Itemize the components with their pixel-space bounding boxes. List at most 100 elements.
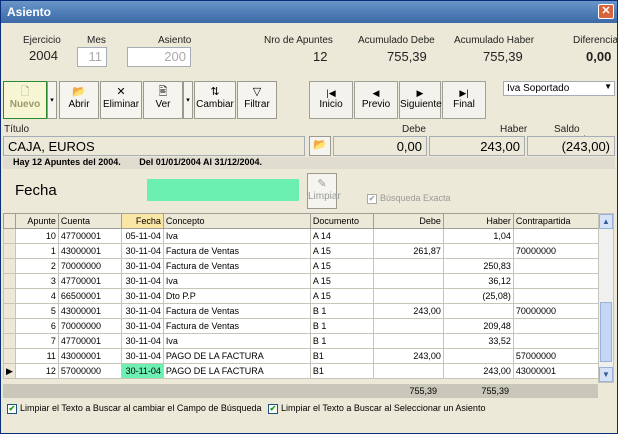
cell-fecha[interactable]: 30-11-04	[120, 288, 164, 304]
row-marker[interactable]	[3, 273, 16, 289]
inicio-button[interactable]: |◀ Inicio	[309, 81, 353, 119]
cell-debe[interactable]: 243,00	[372, 348, 444, 364]
cell-haber[interactable]: 243,00	[442, 363, 514, 379]
cell-fecha[interactable]: 30-11-04	[120, 363, 164, 379]
cell-documento[interactable]: B 1	[309, 333, 374, 349]
cell-debe[interactable]	[372, 228, 444, 244]
limpiar-button[interactable]: ✎ Limpiar	[307, 173, 341, 209]
cell-cuenta[interactable]: 47700001	[57, 273, 122, 289]
cell-concepto[interactable]: Dto P.P	[162, 288, 311, 304]
cell-apunte[interactable]: 7	[14, 333, 59, 349]
close-button[interactable]: ✕	[598, 4, 614, 19]
table-row[interactable]: 10 47700001 05-11-04 Iva A 14 1,04	[3, 228, 601, 244]
cell-concepto[interactable]: Factura de Ventas	[162, 318, 311, 334]
previo-button[interactable]: ◀ Previo	[354, 81, 398, 119]
table-row[interactable]: ▶ 12 57000000 30-11-04 PAGO DE LA FACTURA B1 2…	[3, 363, 601, 379]
cell-fecha[interactable]: 30-11-04	[120, 348, 164, 364]
cell-contrapartida[interactable]	[512, 258, 601, 274]
row-marker[interactable]	[3, 228, 16, 244]
cell-cuenta[interactable]: 47700001	[57, 228, 122, 244]
col-contrapartida[interactable]: Contrapartida	[512, 213, 601, 229]
col-apunte[interactable]: Apunte	[14, 213, 59, 229]
cell-haber[interactable]: 209,48	[442, 318, 514, 334]
mes-field[interactable]: 11	[77, 47, 107, 67]
table-row[interactable]: 3 47700001 30-11-04 Iva A 15 36,12	[3, 273, 601, 289]
cell-apunte[interactable]: 3	[14, 273, 59, 289]
cell-cuenta[interactable]: 70000000	[57, 258, 122, 274]
cell-concepto[interactable]: Iva	[162, 333, 311, 349]
cell-contrapartida[interactable]	[512, 333, 601, 349]
cell-documento[interactable]: A 15	[309, 273, 374, 289]
cell-haber[interactable]: 33,52	[442, 333, 514, 349]
cell-documento[interactable]: B1	[309, 363, 374, 379]
open-folder-button[interactable]: 📂	[309, 136, 331, 156]
cell-haber[interactable]: 250,83	[442, 258, 514, 274]
cell-concepto[interactable]: Iva	[162, 273, 311, 289]
cell-fecha[interactable]: 30-11-04	[120, 258, 164, 274]
cell-contrapartida[interactable]	[512, 288, 601, 304]
cell-apunte[interactable]: 1	[14, 243, 59, 259]
row-marker[interactable]	[3, 243, 16, 259]
siguiente-button[interactable]: ▶ Siguiente	[399, 81, 442, 119]
cell-contrapartida[interactable]: 43000001	[512, 363, 601, 379]
cell-contrapartida[interactable]	[512, 228, 601, 244]
row-marker[interactable]	[3, 348, 16, 364]
cell-contrapartida[interactable]: 70000000	[512, 243, 601, 259]
filtrar-button[interactable]: ▽ Filtrar	[237, 81, 277, 119]
row-marker[interactable]	[3, 303, 16, 319]
scroll-up-icon[interactable]: ▲	[599, 214, 613, 229]
cell-haber[interactable]: (25,08)	[442, 288, 514, 304]
cell-documento[interactable]: B 1	[309, 318, 374, 334]
ver-button[interactable]: 🖹 Ver	[143, 81, 183, 119]
cell-cuenta[interactable]: 43000001	[57, 303, 122, 319]
cell-debe[interactable]: 243,00	[372, 303, 444, 319]
row-marker[interactable]	[3, 288, 16, 304]
col-cuenta[interactable]: Cuenta	[57, 213, 122, 229]
cell-cuenta[interactable]: 43000001	[57, 243, 122, 259]
cell-apunte[interactable]: 4	[14, 288, 59, 304]
cell-debe[interactable]	[372, 258, 444, 274]
cell-apunte[interactable]: 10	[14, 228, 59, 244]
ver-dropdown[interactable]: ▾	[183, 81, 193, 119]
cell-apunte[interactable]: 6	[14, 318, 59, 334]
iva-combo[interactable]: Iva Soportado ▼	[503, 81, 615, 96]
cell-contrapartida[interactable]	[512, 273, 601, 289]
table-scrollbar[interactable]: ▲ ▼	[598, 213, 614, 383]
cell-documento[interactable]: A 14	[309, 228, 374, 244]
final-button[interactable]: ▶| Final	[442, 81, 486, 119]
cell-debe[interactable]	[372, 363, 444, 379]
scroll-down-icon[interactable]: ▼	[599, 367, 613, 382]
cell-fecha[interactable]: 30-11-04	[120, 318, 164, 334]
cell-fecha[interactable]: 30-11-04	[120, 243, 164, 259]
eliminar-button[interactable]: ✕ Eliminar	[100, 81, 142, 119]
cell-cuenta[interactable]: 47700001	[57, 333, 122, 349]
cell-concepto[interactable]: Factura de Ventas	[162, 243, 311, 259]
table-row[interactable]: 7 47700001 30-11-04 Iva B 1 33,52	[3, 333, 601, 349]
cell-haber[interactable]: 1,04	[442, 228, 514, 244]
cell-documento[interactable]: B1	[309, 348, 374, 364]
cell-fecha[interactable]: 30-11-04	[120, 333, 164, 349]
limpiar-seleccion-checkbox[interactable]: ✔ Limpiar el Texto a Buscar al Selecciona…	[268, 403, 485, 414]
cell-cuenta[interactable]: 66500001	[57, 288, 122, 304]
cell-apunte[interactable]: 5	[14, 303, 59, 319]
table-row[interactable]: 4 66500001 30-11-04 Dto P.P A 15 (25,08)	[3, 288, 601, 304]
cell-concepto[interactable]: Iva	[162, 228, 311, 244]
search-input[interactable]	[147, 179, 299, 201]
table-row[interactable]: 5 43000001 30-11-04 Factura de Ventas B 1 243…	[3, 303, 601, 319]
scroll-thumb[interactable]	[600, 302, 612, 362]
row-marker[interactable]	[3, 333, 16, 349]
col-fecha[interactable]: Fecha	[120, 213, 164, 229]
cell-cuenta[interactable]: 43000001	[57, 348, 122, 364]
cell-apunte[interactable]: 2	[14, 258, 59, 274]
cell-fecha[interactable]: 05-11-04	[120, 228, 164, 244]
cambiar-button[interactable]: ⇅ Cambiar	[194, 81, 236, 119]
table-row[interactable]: 11 43000001 30-11-04 PAGO DE LA FACTURA B1 24…	[3, 348, 601, 364]
col-documento[interactable]: Documento	[309, 213, 374, 229]
cell-debe[interactable]: 261,87	[372, 243, 444, 259]
cell-documento[interactable]: A 15	[309, 243, 374, 259]
row-marker[interactable]: ▶	[3, 363, 16, 379]
cell-documento[interactable]: A 15	[309, 258, 374, 274]
cell-haber[interactable]	[442, 303, 514, 319]
limpiar-cambio-checkbox[interactable]: ✔ Limpiar el Texto a Buscar al cambiar el…	[7, 403, 261, 414]
cell-debe[interactable]	[372, 333, 444, 349]
